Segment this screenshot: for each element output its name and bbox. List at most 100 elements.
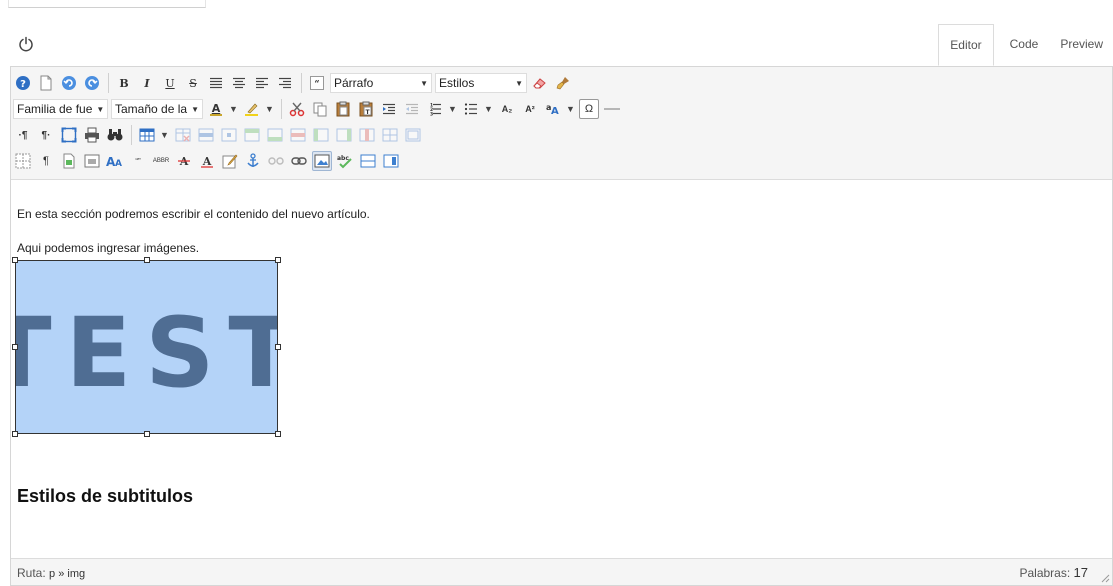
highlight-color-icon[interactable] xyxy=(242,99,262,119)
element-path: Ruta: p » img xyxy=(17,566,85,580)
insert-col-before-icon[interactable] xyxy=(311,125,331,145)
align-right-icon[interactable] xyxy=(275,73,295,93)
change-case-icon[interactable]: aA xyxy=(543,99,563,119)
delete-row-icon[interactable] xyxy=(288,125,308,145)
citation-icon[interactable]: “” xyxy=(128,151,148,171)
outdent-icon[interactable] xyxy=(402,99,422,119)
delete-col-icon[interactable] xyxy=(357,125,377,145)
undo-icon[interactable] xyxy=(59,73,79,93)
merge-cells-icon[interactable] xyxy=(403,125,423,145)
italic-button[interactable]: I xyxy=(137,73,157,93)
new-document-icon[interactable] xyxy=(36,73,56,93)
editor-toolbar: ? B I U S “ Párrafo ▼ Estilos ▼ Familia … xyxy=(11,67,1112,180)
superscript-button[interactable]: A² xyxy=(520,99,540,119)
split-cells-icon[interactable] xyxy=(380,125,400,145)
underline-button[interactable]: U xyxy=(160,73,180,93)
path-value[interactable]: p » img xyxy=(49,568,85,580)
chevron-down-icon[interactable]: ▼ xyxy=(448,99,457,119)
rtl-icon[interactable]: ¶· xyxy=(36,125,56,145)
deletion-icon[interactable]: A xyxy=(174,151,194,171)
indent-icon[interactable] xyxy=(379,99,399,119)
selected-image[interactable]: TEST xyxy=(15,260,278,434)
ltr-icon[interactable]: ·¶ xyxy=(13,125,33,145)
edit-attributes-icon[interactable] xyxy=(220,151,240,171)
chevron-down-icon[interactable]: ▼ xyxy=(484,99,493,119)
paste-text-icon[interactable]: T xyxy=(356,99,376,119)
resize-handle-e[interactable] xyxy=(275,344,281,350)
copy-icon[interactable] xyxy=(310,99,330,119)
insert-row-before-icon[interactable] xyxy=(242,125,262,145)
insert-image-icon[interactable] xyxy=(312,151,332,171)
spellcheck-icon[interactable]: abc xyxy=(335,151,355,171)
align-center-icon[interactable] xyxy=(229,73,249,93)
row-properties-icon[interactable] xyxy=(196,125,216,145)
numbered-list-icon[interactable]: 123 xyxy=(425,99,445,119)
resize-handle-n[interactable] xyxy=(144,257,150,263)
content-paragraph[interactable]: En esta sección podremos escribir el con… xyxy=(17,207,370,221)
text-color-icon[interactable]: A xyxy=(206,99,226,119)
bold-button[interactable]: B xyxy=(114,73,134,93)
table-icon[interactable] xyxy=(137,125,157,145)
resize-handle-s[interactable] xyxy=(144,431,150,437)
delete-table-icon[interactable] xyxy=(173,125,193,145)
tab-preview[interactable]: Preview xyxy=(1050,24,1113,66)
show-blocks-icon[interactable]: ¶ xyxy=(36,151,56,171)
cell-properties-icon[interactable] xyxy=(219,125,239,145)
template-icon[interactable] xyxy=(59,151,79,171)
styles-select[interactable]: Estilos ▼ xyxy=(435,73,527,93)
resize-handle-se[interactable] xyxy=(275,431,281,437)
insert-col-after-icon[interactable] xyxy=(334,125,354,145)
resize-handle-w[interactable] xyxy=(12,344,18,350)
layer-icon[interactable] xyxy=(381,151,401,171)
anchor-icon[interactable] xyxy=(243,151,263,171)
abbreviation-icon[interactable]: ABBR xyxy=(151,151,171,171)
power-icon[interactable] xyxy=(18,36,34,52)
print-icon[interactable] xyxy=(82,125,102,145)
rich-text-editor: ? B I U S “ Párrafo ▼ Estilos ▼ Familia … xyxy=(10,66,1113,586)
styles-icon[interactable]: AA xyxy=(105,151,125,171)
cleanup-brush-icon[interactable] xyxy=(553,73,573,93)
content-heading[interactable]: Estilos de subtitulos xyxy=(17,486,193,507)
tab-editor[interactable]: Editor xyxy=(938,24,994,66)
align-justify-icon[interactable] xyxy=(206,73,226,93)
fullscreen-icon[interactable] xyxy=(59,125,79,145)
cut-icon[interactable] xyxy=(287,99,307,119)
font-size-select[interactable]: Tamaño de la ▼ xyxy=(111,99,203,119)
align-left-icon[interactable] xyxy=(252,73,272,93)
special-chars-button[interactable]: Ω xyxy=(579,99,599,119)
insertion-icon[interactable]: A xyxy=(197,151,217,171)
subscript-button[interactable]: A₂ xyxy=(497,99,517,119)
top-input-field[interactable] xyxy=(8,0,206,8)
bullet-list-icon[interactable] xyxy=(461,99,481,119)
resize-handle-nw[interactable] xyxy=(12,257,18,263)
insert-row-after-icon[interactable] xyxy=(265,125,285,145)
svg-text:A: A xyxy=(115,159,122,168)
font-family-select[interactable]: Familia de fue ▼ xyxy=(13,99,108,119)
unlink-icon[interactable] xyxy=(266,151,286,171)
visual-aid-icon[interactable] xyxy=(13,151,33,171)
resize-grip-icon[interactable] xyxy=(1100,573,1110,583)
path-label: Ruta: xyxy=(17,566,46,580)
resize-handle-sw[interactable] xyxy=(12,431,18,437)
blockquote-icon[interactable]: “ xyxy=(307,73,327,93)
paste-icon[interactable] xyxy=(333,99,353,119)
horizontal-rule-icon[interactable] xyxy=(602,99,622,119)
insert-frame-icon[interactable] xyxy=(82,151,102,171)
strikethrough-button[interactable]: S xyxy=(183,73,203,93)
page-break-icon[interactable] xyxy=(358,151,378,171)
link-icon[interactable] xyxy=(289,151,309,171)
chevron-down-icon[interactable]: ▼ xyxy=(229,99,238,119)
chevron-down-icon[interactable]: ▼ xyxy=(160,125,169,145)
chevron-down-icon[interactable]: ▼ xyxy=(265,99,274,119)
find-replace-icon[interactable] xyxy=(105,125,125,145)
chevron-down-icon[interactable]: ▼ xyxy=(566,99,575,119)
format-select[interactable]: Párrafo ▼ xyxy=(330,73,432,93)
toolbar-row-4: ¶ AA “” ABBR A A xyxy=(13,149,404,173)
tab-code[interactable]: Code xyxy=(994,24,1051,66)
resize-handle-ne[interactable] xyxy=(275,257,281,263)
redo-icon[interactable] xyxy=(82,73,102,93)
font-size-select-value: Tamaño de la xyxy=(115,102,188,116)
help-icon[interactable]: ? xyxy=(13,73,33,93)
eraser-icon[interactable] xyxy=(530,73,550,93)
content-paragraph[interactable]: Aqui podemos ingresar imágenes. xyxy=(17,241,199,255)
